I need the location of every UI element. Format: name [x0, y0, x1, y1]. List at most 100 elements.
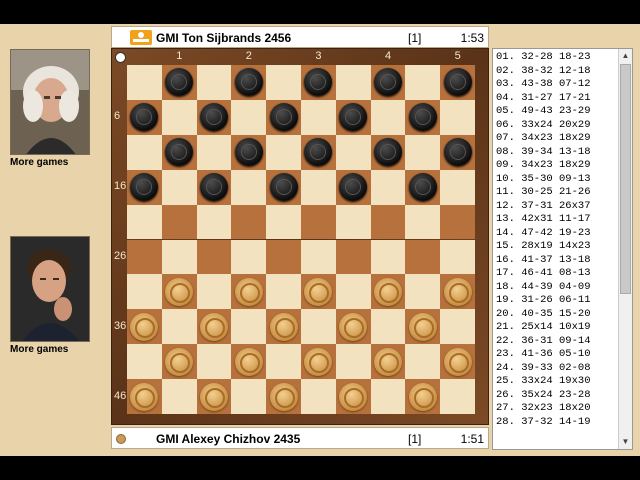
- moves-scrollbar[interactable]: ▲ ▼: [618, 49, 632, 449]
- square-23[interactable]: [301, 204, 336, 240]
- move-row[interactable]: 05. 49-43 23-29: [496, 105, 618, 119]
- square-29[interactable]: [335, 239, 371, 275]
- scroll-up-icon[interactable]: ▲: [619, 49, 632, 63]
- move-row[interactable]: 25. 33x24 19x30: [496, 375, 618, 389]
- square-14[interactable]: [370, 134, 406, 170]
- square-21[interactable]: [161, 204, 197, 240]
- square-27[interactable]: [196, 239, 232, 275]
- draughts-board[interactable]: [127, 65, 475, 414]
- square-50[interactable]: [405, 379, 441, 414]
- square-48[interactable]: [266, 379, 301, 414]
- square-46[interactable]: [127, 379, 162, 414]
- white-piece[interactable]: [339, 312, 368, 341]
- square-12[interactable]: [231, 134, 267, 170]
- square-6[interactable]: [127, 99, 162, 135]
- white-piece[interactable]: [234, 277, 263, 306]
- square-8[interactable]: [266, 99, 301, 135]
- square-20[interactable]: [405, 169, 441, 205]
- white-piece[interactable]: [130, 382, 159, 411]
- white-piece[interactable]: [408, 382, 437, 411]
- black-piece[interactable]: [339, 103, 368, 132]
- square-10[interactable]: [405, 99, 441, 135]
- white-piece[interactable]: [165, 277, 194, 306]
- white-piece[interactable]: [373, 347, 402, 376]
- move-row[interactable]: 28. 37-32 14-19: [496, 416, 618, 430]
- move-row[interactable]: 14. 47-42 19-23: [496, 227, 618, 241]
- bottom-player-more-games-link[interactable]: More games: [10, 344, 90, 355]
- move-row[interactable]: 07. 34x23 18x29: [496, 132, 618, 146]
- square-45[interactable]: [440, 344, 475, 380]
- square-40[interactable]: [405, 309, 441, 345]
- square-28[interactable]: [266, 239, 301, 275]
- square-39[interactable]: [335, 309, 371, 345]
- scroll-thumb[interactable]: [620, 64, 631, 294]
- white-piece[interactable]: [269, 382, 298, 411]
- move-row[interactable]: 16. 41-37 13-18: [496, 254, 618, 268]
- black-piece[interactable]: [199, 103, 228, 132]
- black-piece[interactable]: [408, 103, 437, 132]
- move-row[interactable]: 04. 31-27 17-21: [496, 92, 618, 106]
- square-33[interactable]: [301, 274, 336, 310]
- square-42[interactable]: [231, 344, 267, 380]
- square-16[interactable]: [127, 169, 162, 205]
- square-17[interactable]: [196, 169, 232, 205]
- square-41[interactable]: [161, 344, 197, 380]
- square-2[interactable]: [231, 65, 267, 100]
- square-37[interactable]: [196, 309, 232, 345]
- square-15[interactable]: [440, 134, 475, 170]
- move-row[interactable]: 10. 35-30 09-13: [496, 173, 618, 187]
- move-row[interactable]: 15. 28x19 14x23: [496, 240, 618, 254]
- square-18[interactable]: [266, 169, 301, 205]
- white-piece[interactable]: [443, 347, 472, 376]
- black-piece[interactable]: [304, 68, 333, 97]
- white-piece[interactable]: [130, 312, 159, 341]
- white-piece[interactable]: [339, 382, 368, 411]
- move-row[interactable]: 08. 39-34 13-18: [496, 146, 618, 160]
- black-piece[interactable]: [269, 103, 298, 132]
- square-35[interactable]: [440, 274, 475, 310]
- black-piece[interactable]: [408, 173, 437, 202]
- move-row[interactable]: 18. 44-39 04-09: [496, 281, 618, 295]
- black-piece[interactable]: [373, 138, 402, 167]
- black-piece[interactable]: [339, 173, 368, 202]
- white-piece[interactable]: [373, 277, 402, 306]
- move-row[interactable]: 21. 25x14 10x19: [496, 321, 618, 335]
- move-row[interactable]: 13. 42x31 11-17: [496, 213, 618, 227]
- white-piece[interactable]: [234, 347, 263, 376]
- square-30[interactable]: [405, 239, 441, 275]
- square-4[interactable]: [370, 65, 406, 100]
- move-row[interactable]: 27. 32x23 18x20: [496, 402, 618, 416]
- move-row[interactable]: 24. 39-33 02-08: [496, 362, 618, 376]
- white-piece[interactable]: [199, 382, 228, 411]
- square-38[interactable]: [266, 309, 301, 345]
- square-22[interactable]: [231, 204, 267, 240]
- square-1[interactable]: [161, 65, 197, 100]
- black-piece[interactable]: [234, 138, 263, 167]
- move-row[interactable]: 06. 33x24 20x29: [496, 119, 618, 133]
- white-piece[interactable]: [408, 312, 437, 341]
- square-31[interactable]: [161, 274, 197, 310]
- move-row[interactable]: 03. 43-38 07-12: [496, 78, 618, 92]
- square-32[interactable]: [231, 274, 267, 310]
- square-24[interactable]: [370, 204, 406, 240]
- black-piece[interactable]: [234, 68, 263, 97]
- move-row[interactable]: 09. 34x23 18x29: [496, 159, 618, 173]
- square-19[interactable]: [335, 169, 371, 205]
- white-piece[interactable]: [443, 277, 472, 306]
- black-piece[interactable]: [199, 173, 228, 202]
- square-36[interactable]: [127, 309, 162, 345]
- square-5[interactable]: [440, 65, 475, 100]
- black-piece[interactable]: [304, 138, 333, 167]
- move-row[interactable]: 17. 46-41 08-13: [496, 267, 618, 281]
- black-piece[interactable]: [269, 173, 298, 202]
- square-49[interactable]: [335, 379, 371, 414]
- square-11[interactable]: [161, 134, 197, 170]
- move-row[interactable]: 02. 38-32 12-18: [496, 65, 618, 79]
- move-row[interactable]: 20. 40-35 15-20: [496, 308, 618, 322]
- square-25[interactable]: [440, 204, 475, 240]
- black-piece[interactable]: [443, 138, 472, 167]
- black-piece[interactable]: [165, 68, 194, 97]
- move-row[interactable]: 01. 32-28 18-23: [496, 51, 618, 65]
- move-row[interactable]: 22. 36-31 09-14: [496, 335, 618, 349]
- black-piece[interactable]: [130, 103, 159, 132]
